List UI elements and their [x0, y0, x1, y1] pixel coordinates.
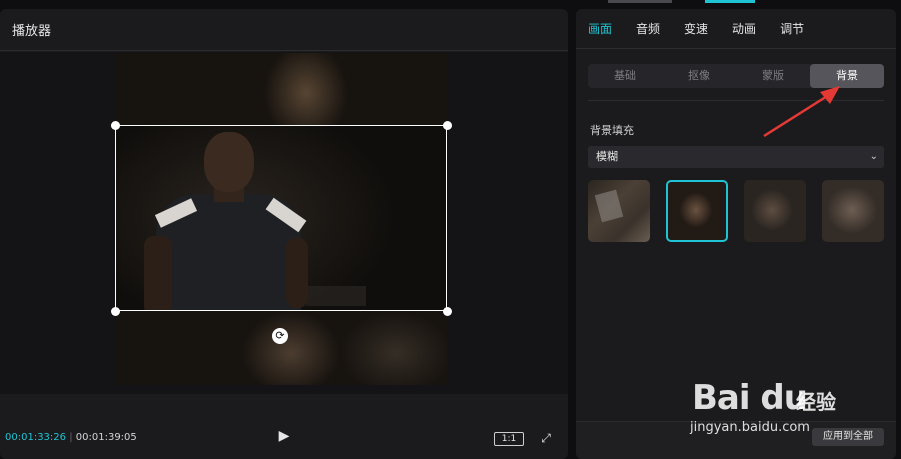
resize-handle-top-left[interactable]	[111, 121, 120, 130]
subtab-mask[interactable]: 蒙版	[736, 64, 810, 88]
player-header: 播放器	[0, 9, 568, 51]
inspector-tabs: 画面 音频 变速 动画 调节	[576, 9, 896, 49]
watermark-url: jingyan.baidu.com	[690, 420, 810, 435]
background-fill-select[interactable]: 模糊 ⌄	[588, 146, 884, 168]
background-fill-value: 模糊	[596, 150, 618, 163]
play-icon[interactable]: ▶	[276, 427, 292, 445]
total-time: 00:01:39:05	[75, 432, 137, 443]
blur-option-medium[interactable]	[744, 180, 806, 242]
timecode: 00:01:33:26 | 00:01:39:05	[5, 432, 137, 443]
player-controls: 00:01:33:26 | 00:01:39:05 ▶ 1:1 ⤢	[0, 394, 568, 459]
blur-option-light[interactable]	[666, 180, 728, 242]
picture-subtabs: 基础 抠像 蒙版 背景	[588, 64, 884, 88]
background-fill-label: 背景填充	[590, 124, 634, 137]
resize-handle-bottom-left[interactable]	[111, 307, 120, 316]
tab-animation[interactable]: 动画	[732, 20, 756, 37]
top-tab-indicator-active	[705, 0, 755, 3]
tab-audio[interactable]: 音频	[636, 20, 660, 37]
baidu-watermark: Bai du 经验 jingyan.baidu.com	[688, 364, 901, 444]
chevron-down-icon: ⌄	[869, 151, 878, 162]
subtab-cutout[interactable]: 抠像	[662, 64, 736, 88]
time-separator: |	[69, 432, 73, 443]
tab-picture[interactable]: 画面	[588, 20, 612, 37]
preview-stage[interactable]: ⟳	[0, 52, 568, 394]
blur-option-none[interactable]	[588, 180, 650, 242]
player-title: 播放器	[12, 24, 52, 39]
watermark-brand: Bai du	[692, 378, 808, 418]
subtab-basic[interactable]: 基础	[588, 64, 662, 88]
current-time: 00:01:33:26	[5, 432, 67, 443]
aspect-ratio-button[interactable]: 1:1	[494, 432, 524, 446]
tab-adjust[interactable]: 调节	[780, 20, 804, 37]
selection-box[interactable]	[115, 125, 447, 311]
top-tab-indicator	[608, 0, 672, 3]
subtab-background[interactable]: 背景	[810, 64, 884, 88]
tab-speed[interactable]: 变速	[684, 20, 708, 37]
section-divider	[588, 100, 884, 101]
rotate-icon[interactable]: ⟳	[272, 328, 288, 344]
watermark-suffix: 经验	[796, 390, 836, 414]
resize-handle-top-right[interactable]	[443, 121, 452, 130]
fullscreen-icon[interactable]: ⤢	[539, 431, 553, 445]
player-panel: 播放器 ⟳ 00:01:33:26 | 00:01:39:05 ▶ 1:1 ⤢	[0, 9, 568, 459]
blur-option-strong[interactable]	[822, 180, 884, 242]
resize-handle-bottom-right[interactable]	[443, 307, 452, 316]
